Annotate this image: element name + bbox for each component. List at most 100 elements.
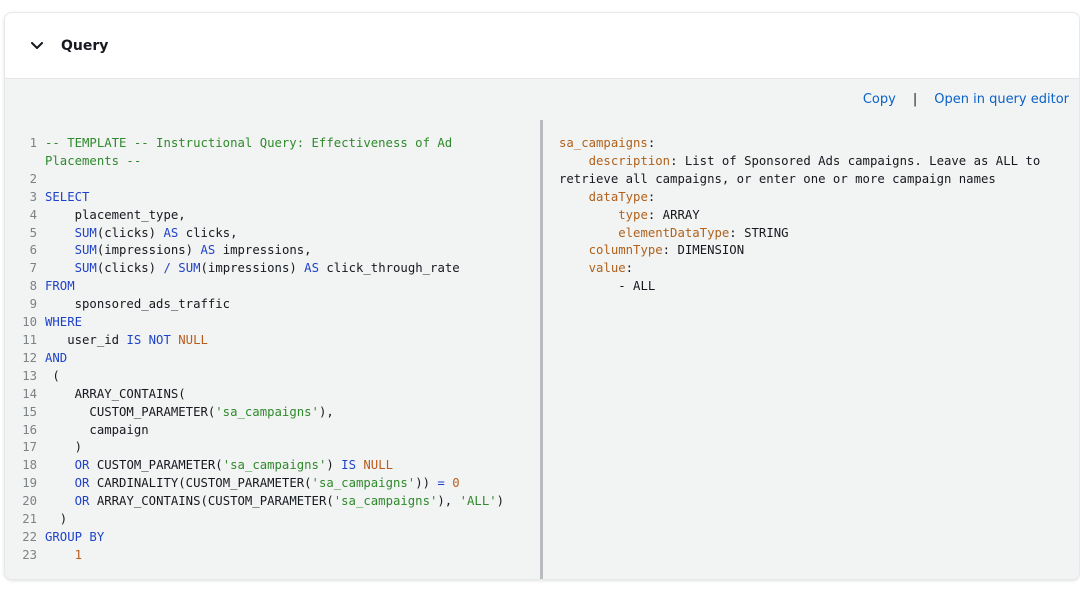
sql-line: 8 FROM xyxy=(5,278,504,296)
parameters-code: sa_campaigns: description: List of Spons… xyxy=(559,135,1069,296)
sql-code: 1 -- TEMPLATE -- Instructional Query: Eff… xyxy=(5,135,504,565)
code-token: AS xyxy=(163,225,179,240)
code-token: IS xyxy=(341,458,356,473)
line-number: 1 xyxy=(29,136,37,150)
line-number: 2 xyxy=(29,171,37,186)
sql-line: 17 ) xyxy=(5,439,504,457)
code-token: : xyxy=(647,189,656,204)
code-token: ) xyxy=(45,512,68,527)
code-token: impressions, xyxy=(215,243,312,258)
parameters-editor[interactable]: sa_campaigns: description: List of Spons… xyxy=(543,119,1079,579)
sql-line: 9 sponsored_ads_traffic xyxy=(5,296,504,314)
code-token: 'sa_campaigns' xyxy=(222,458,327,473)
code-token: : xyxy=(625,261,634,276)
code-body: 1 -- TEMPLATE -- Instructional Query: Eff… xyxy=(5,119,1079,579)
line-number: 13 xyxy=(22,368,37,383)
code-token: elementDataType xyxy=(618,225,730,240)
sql-line: 20 OR ARRAY_CONTAINS(CUSTOM_PARAMETER('s… xyxy=(5,493,504,511)
toolbar-separator: | xyxy=(912,91,918,107)
code-token: CUSTOM_PARAMETER( xyxy=(89,458,223,473)
code-token: SUM xyxy=(74,261,97,276)
sql-line: 1 -- TEMPLATE -- Instructional Query: Eff… xyxy=(5,135,504,153)
code-token: (clicks) xyxy=(96,261,164,276)
line-number: 8 xyxy=(29,279,37,294)
code-token: ) xyxy=(326,458,342,473)
code-token: ( xyxy=(45,368,60,383)
code-token: 0 xyxy=(452,476,460,491)
code-token: SUM xyxy=(178,261,201,276)
parameter-line: value: xyxy=(559,260,1069,278)
code-token: placement_type, xyxy=(45,207,186,222)
line-number: 6 xyxy=(29,243,37,258)
line-number: 22 xyxy=(22,529,37,544)
sql-line: 16 campaign xyxy=(5,422,504,440)
code-token: sponsored_ads_traffic xyxy=(45,297,231,312)
line-number: 10 xyxy=(22,315,37,330)
code-token: SELECT xyxy=(45,189,90,204)
sql-line: 21 ) xyxy=(5,511,504,529)
sql-line: 23 1 xyxy=(5,547,504,565)
line-number: 12 xyxy=(22,350,37,365)
sql-editor[interactable]: 1 -- TEMPLATE -- Instructional Query: Eff… xyxy=(5,119,540,579)
code-token: 'ALL' xyxy=(459,494,497,509)
query-header[interactable]: Query xyxy=(5,13,1079,79)
code-token: sa_campaigns xyxy=(559,136,648,150)
sql-line: 15 CUSTOM_PARAMETER('sa_campaigns'), xyxy=(5,404,504,422)
code-token: NULL xyxy=(363,458,394,473)
code-token: AS xyxy=(200,243,216,258)
code-token: FROM xyxy=(45,279,75,294)
code-token: Placements -- xyxy=(45,153,142,168)
code-token: user_id xyxy=(45,332,127,347)
line-number: 21 xyxy=(22,512,37,527)
parameter-line: - ALL xyxy=(559,278,1069,296)
open-in-query-editor-link[interactable]: Open in query editor xyxy=(934,92,1069,107)
code-token: description xyxy=(588,153,671,168)
code-token: dataType xyxy=(588,189,648,204)
code-token: ), xyxy=(437,494,460,509)
parameter-line: dataType: xyxy=(559,189,1069,207)
code-token: OR xyxy=(74,494,90,509)
parameter-line: type: ARRAY xyxy=(559,207,1069,225)
line-number: 23 xyxy=(22,547,37,562)
code-token: 'sa_campaigns' xyxy=(333,494,438,509)
code-token: ) xyxy=(45,440,83,455)
line-number: 15 xyxy=(22,404,37,419)
line-number: 5 xyxy=(29,225,37,240)
code-token: ), xyxy=(318,404,334,419)
code-token: AS xyxy=(304,261,319,276)
code-token: : xyxy=(647,136,656,150)
sql-line: 11 user_id IS NOT NULL xyxy=(5,332,504,350)
code-token: = xyxy=(437,476,445,491)
line-number: 9 xyxy=(29,297,37,312)
code-token: SUM xyxy=(74,225,97,240)
code-token: CARDINALITY(CUSTOM_PARAMETER( xyxy=(89,476,312,491)
code-token: AND xyxy=(45,350,68,365)
line-number: 11 xyxy=(22,332,37,347)
code-token: type xyxy=(618,207,648,222)
line-number: 18 xyxy=(22,458,37,473)
code-token: clicks, xyxy=(178,225,238,240)
code-token: -- TEMPLATE -- Instructional Query: Effe… xyxy=(45,136,453,150)
code-token: IS NOT xyxy=(126,332,171,347)
sql-line: 2​ xyxy=(5,171,504,189)
line-number: 20 xyxy=(22,494,37,509)
chevron-down-icon[interactable] xyxy=(30,39,44,53)
panel-title: Query xyxy=(61,37,109,54)
line-number: 16 xyxy=(22,422,37,437)
line-number: 4 xyxy=(29,207,37,222)
parameter-line: sa_campaigns: xyxy=(559,135,1069,153)
sql-line: 3 SELECT xyxy=(5,189,504,207)
code-token: : STRING xyxy=(729,225,789,240)
sql-line: 12 AND xyxy=(5,350,504,368)
code-token: / xyxy=(163,261,171,276)
code-token: columnType xyxy=(588,243,663,258)
code-token: 1 xyxy=(74,547,83,562)
copy-link[interactable]: Copy xyxy=(863,92,896,107)
